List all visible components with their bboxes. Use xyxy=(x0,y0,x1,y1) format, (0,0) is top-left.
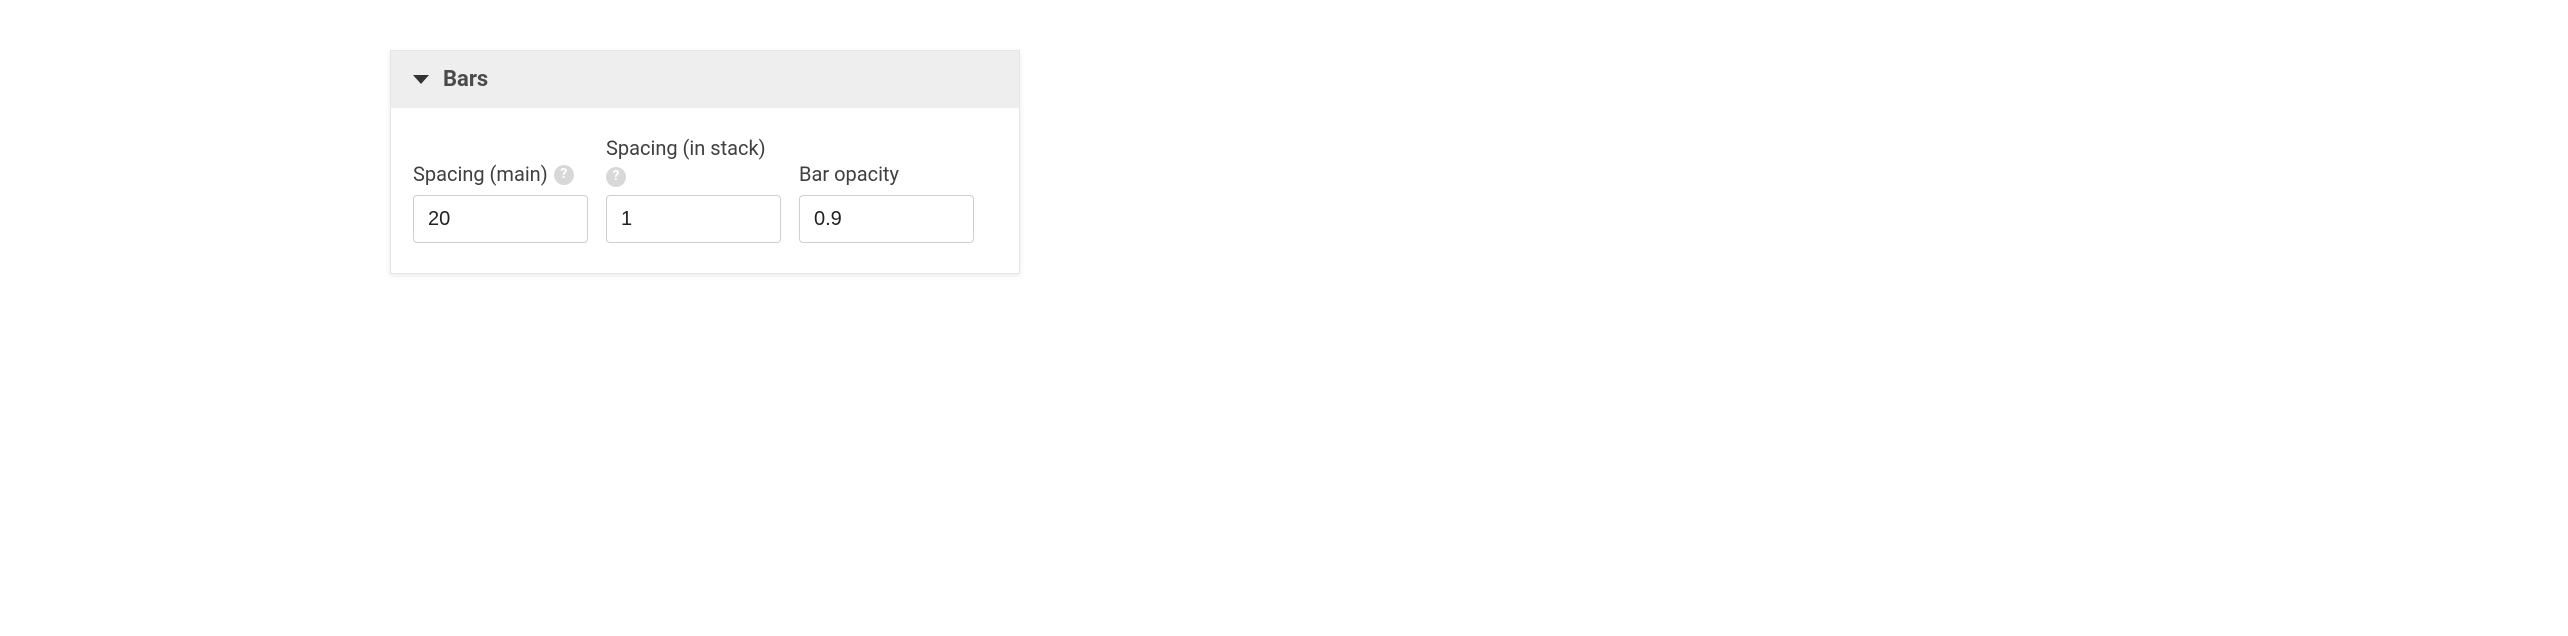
bars-panel-body: Spacing (main) ? Spacing (in stack) ? Ba… xyxy=(391,108,1019,273)
bar-opacity-label: Bar opacity xyxy=(799,137,974,187)
field-label-text: Spacing (main) xyxy=(413,162,548,187)
spacing-stack-label: Spacing (in stack) ? xyxy=(606,136,781,187)
help-icon[interactable]: ? xyxy=(606,167,626,187)
bars-panel-header[interactable]: Bars xyxy=(391,51,1019,108)
help-icon[interactable]: ? xyxy=(554,165,574,185)
bar-opacity-field: Bar opacity xyxy=(799,137,974,243)
spacing-main-label: Spacing (main) ? xyxy=(413,162,588,187)
spacing-stack-field: Spacing (in stack) ? xyxy=(606,136,781,243)
field-label-text: Bar opacity xyxy=(799,162,899,187)
bar-opacity-input[interactable] xyxy=(799,195,974,243)
spacing-main-field: Spacing (main) ? xyxy=(413,162,588,243)
field-label-text: Spacing (in stack) xyxy=(606,136,766,161)
spacing-main-input[interactable] xyxy=(413,195,588,243)
spacing-stack-input[interactable] xyxy=(606,195,781,243)
bars-panel: Bars Spacing (main) ? Spacing (in stack)… xyxy=(390,50,1020,274)
panel-title: Bars xyxy=(443,67,488,92)
chevron-down-icon xyxy=(413,75,429,84)
